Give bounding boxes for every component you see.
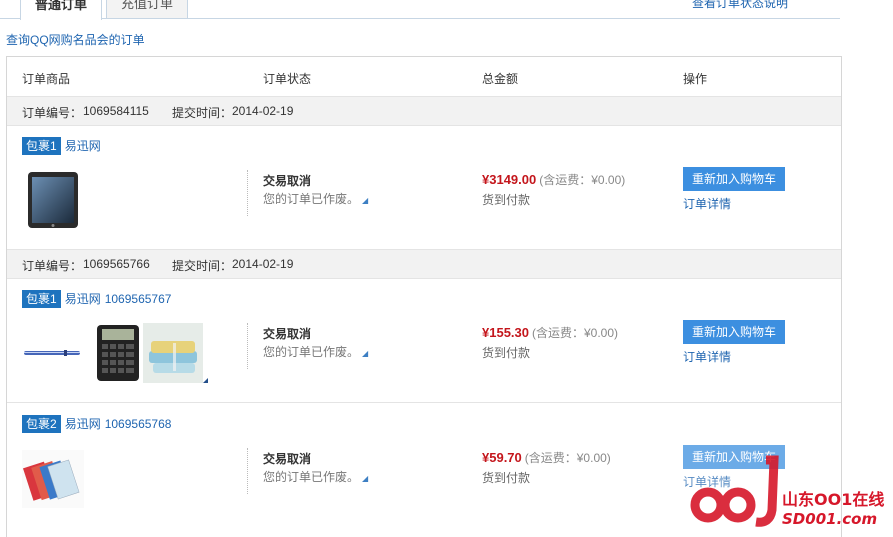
order-meta-bar: 订单编号： 1069565766 提交时间： 2014-02-19 — [7, 249, 841, 279]
package-line: 包裹1 易迅网 — [22, 137, 101, 155]
order-row: 订单编号： 1069584115 提交时间： 2014-02-19 包裹1 易迅网… — [7, 96, 841, 249]
package-badge: 包裹1 — [22, 290, 61, 308]
order-detail-link[interactable]: 订单详情 — [683, 195, 731, 212]
shipping-fee: (含运费：¥0.00) — [539, 173, 626, 187]
order-meta-bar: 订单编号： 1069584115 提交时间： 2014-02-19 — [7, 96, 841, 126]
ipad-thumbnail[interactable] — [26, 171, 80, 229]
package-id-link[interactable]: 1069565767 — [105, 292, 172, 306]
order-tabs: 普通订单 充值订单 查看订单状态说明 — [0, 0, 840, 20]
order-number-label: 订单编号： — [22, 259, 83, 273]
table-header: 订单商品 订单状态 总金额 操作 — [7, 57, 841, 96]
header-status: 订单状态 — [263, 72, 312, 86]
order-status: 交易取消 — [263, 174, 312, 188]
qq-member-orders-link[interactable]: 查询QQ网购名品会的订单 — [6, 31, 145, 48]
order-status: 交易取消 — [263, 452, 312, 466]
submit-time-label: 提交时间： — [172, 259, 233, 273]
folders-thumbnail[interactable] — [22, 450, 84, 508]
sd001-watermark-logo: 山东OO1在线 SD001.com — [690, 455, 884, 528]
tab-recharge-orders[interactable]: 充值订单 — [106, 0, 189, 18]
order-number-label: 订单编号： — [22, 106, 83, 120]
column-divider — [247, 448, 248, 494]
order-status-help-link[interactable]: 查看订单状态说明 — [692, 0, 788, 11]
expand-triangle-icon[interactable]: ◢ — [362, 349, 368, 358]
watermark-cn-text: 山东OO1在线 — [782, 490, 884, 509]
shipping-fee: (含运费：¥0.00) — [524, 451, 611, 465]
order-status-detail: 您的订单已作废。 ◢ — [263, 345, 369, 359]
column-divider — [247, 323, 248, 369]
header-total: 总金额 — [482, 72, 519, 86]
package-line: 包裹1 易迅网 1069565767 — [22, 290, 171, 308]
vendor-link[interactable]: 易迅网 — [65, 417, 101, 431]
order-number: 1069584115 — [83, 104, 149, 118]
expand-triangle-icon[interactable]: ◢ — [362, 196, 368, 205]
payment-method: 货到付款 — [482, 346, 531, 360]
price-line: ¥155.30 (含运费：¥0.00) — [482, 324, 618, 341]
submit-time-label: 提交时间： — [172, 106, 233, 120]
shipping-fee: (含运费：¥0.00) — [532, 326, 619, 340]
vendor-link[interactable]: 易迅网 — [65, 139, 101, 153]
readd-to-cart-button[interactable]: 重新加入购物车 — [683, 320, 785, 344]
package-line: 包裹2 易迅网 1069565768 — [22, 415, 171, 433]
order-detail-link[interactable]: 订单详情 — [683, 348, 731, 365]
payment-method: 货到付款 — [482, 193, 531, 207]
package-id-link[interactable]: 1069565768 — [105, 417, 172, 431]
submit-date: 2014-02-19 — [232, 257, 294, 271]
tab-normal-orders[interactable]: 普通订单 — [20, 0, 103, 20]
order-total: ¥59.70 — [482, 450, 522, 465]
package-badge: 包裹2 — [22, 415, 61, 433]
header-products: 订单商品 — [22, 72, 71, 86]
package-badge: 包裹1 — [22, 137, 61, 155]
payment-method: 货到付款 — [482, 471, 531, 485]
order-number: 1069565766 — [83, 257, 150, 271]
order-total: ¥155.30 — [482, 325, 529, 340]
order-status: 交易取消 — [263, 327, 312, 341]
expand-triangle-icon[interactable]: ◢ — [362, 474, 368, 483]
order-status-detail: 您的订单已作废。 ◢ — [263, 470, 369, 484]
order-status-detail: 您的订单已作废。 ◢ — [263, 192, 369, 206]
order-total: ¥3149.00 — [482, 172, 537, 187]
column-divider — [247, 170, 248, 216]
submit-date: 2014-02-19 — [232, 104, 294, 118]
price-line: ¥59.70 (含运费：¥0.00) — [482, 449, 611, 466]
vendor-link[interactable]: 易迅网 — [65, 292, 101, 306]
readd-to-cart-button[interactable]: 重新加入购物车 — [683, 167, 785, 191]
package-separator — [7, 402, 841, 404]
watermark-en-text: SD001.com — [782, 510, 877, 528]
header-actions: 操作 — [683, 72, 708, 86]
price-line: ¥3149.00 (含运费：¥0.00) — [482, 171, 625, 188]
